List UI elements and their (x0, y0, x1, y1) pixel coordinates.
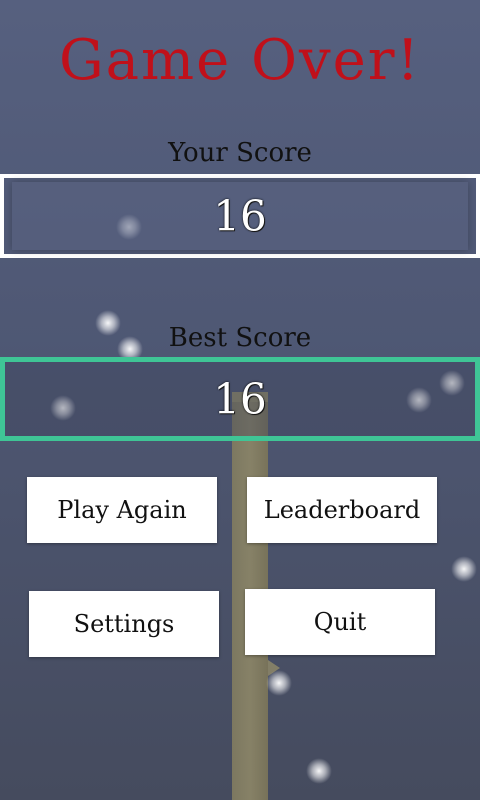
your-score-value: 16 (213, 191, 267, 241)
best-score-value: 16 (213, 374, 267, 424)
leaderboard-button[interactable]: Leaderboard (247, 477, 437, 543)
background-light-particle (451, 556, 477, 582)
play-again-button[interactable]: Play Again (27, 477, 217, 543)
background-light-particle (306, 758, 332, 784)
background-pillar-ledge (268, 660, 280, 676)
your-score-panel: 16 (0, 174, 480, 258)
settings-button[interactable]: Settings (29, 591, 219, 657)
quit-button[interactable]: Quit (245, 589, 435, 655)
your-score-label: Your Score (168, 138, 312, 168)
game-over-title: Game Over! (58, 28, 422, 93)
best-score-label: Best Score (168, 323, 312, 353)
best-score-panel: 16 (0, 357, 480, 441)
